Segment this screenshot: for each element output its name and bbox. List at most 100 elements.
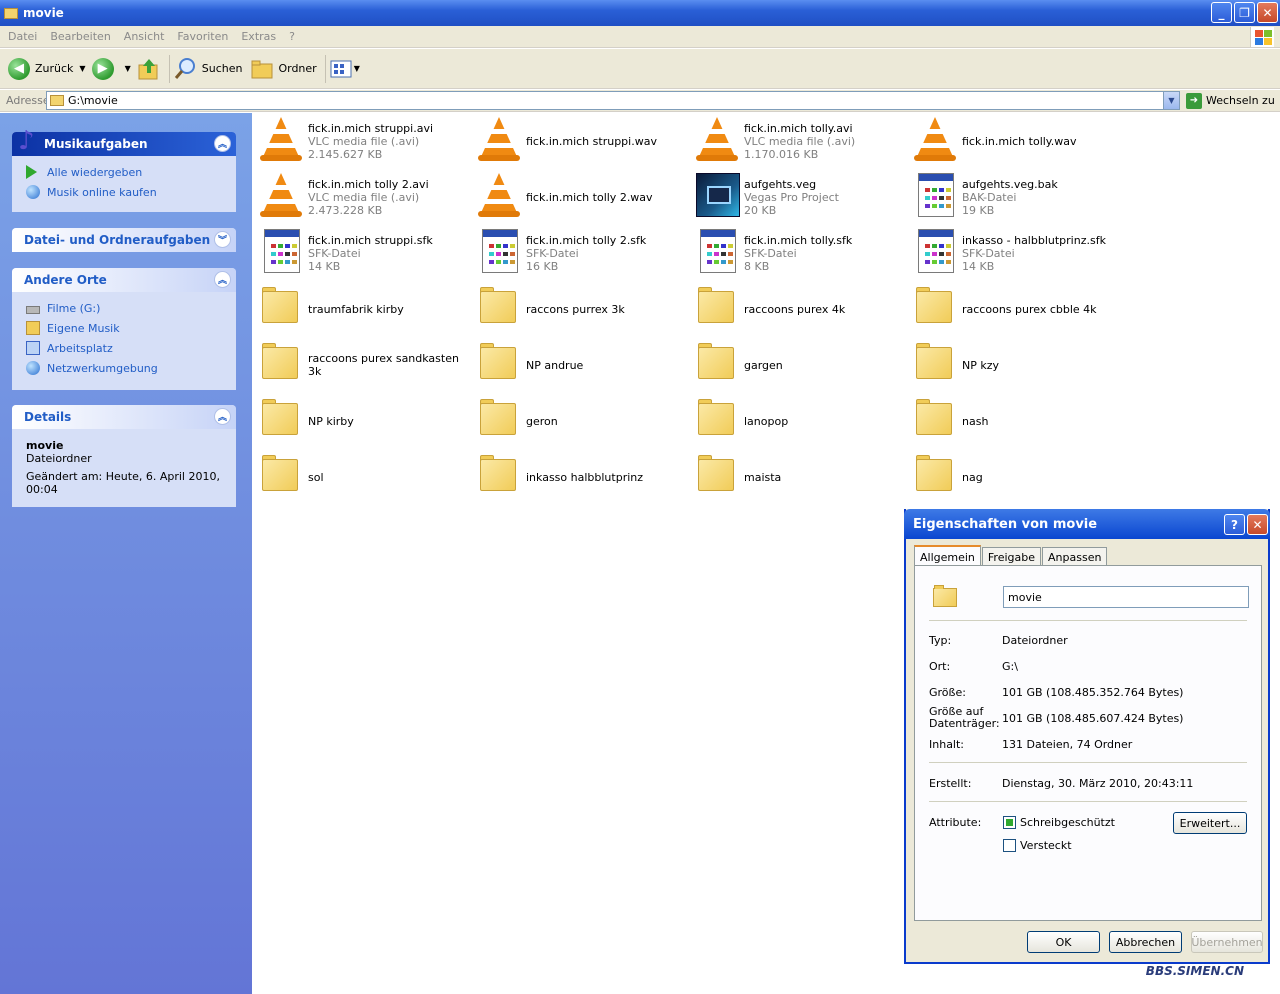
file-item[interactable]: geron: [470, 395, 686, 447]
network-icon: [26, 361, 40, 375]
close-button[interactable]: ✕: [1257, 2, 1278, 23]
file-item[interactable]: NP kzy: [906, 339, 1122, 391]
folder-name-input[interactable]: movie: [1003, 586, 1249, 608]
file-type: SFK-Datei: [744, 246, 797, 260]
place-network[interactable]: Netzwerkumgebung: [26, 358, 226, 378]
file-item[interactable]: fick.in.mich struppi.avi VLC media file (…: [252, 115, 468, 167]
file-item[interactable]: NP kirby: [252, 395, 468, 447]
tab-sharing[interactable]: Freigabe: [981, 547, 1042, 567]
collapse-icon[interactable]: ︽: [214, 135, 231, 152]
file-name: NP kzy: [962, 358, 1000, 372]
expand-icon[interactable]: ︾: [214, 231, 231, 248]
advanced-button[interactable]: Erweitert...: [1173, 812, 1247, 834]
menu-extras[interactable]: Extras: [241, 30, 276, 43]
file-item[interactable]: maista: [688, 451, 904, 503]
file-item[interactable]: gargen: [688, 339, 904, 391]
minimize-button[interactable]: _: [1211, 2, 1232, 23]
collapse-icon[interactable]: ︽: [214, 408, 231, 425]
file-type: Vegas Pro Project: [744, 190, 839, 204]
address-dropdown-icon[interactable]: ▼: [1163, 92, 1179, 109]
menu-edit[interactable]: Bearbeiten: [50, 30, 110, 43]
file-item[interactable]: inkasso halbblutprinz: [470, 451, 686, 503]
menu-view[interactable]: Ansicht: [124, 30, 165, 43]
place-my-computer[interactable]: Arbeitsplatz: [26, 338, 226, 358]
file-item[interactable]: fick.in.mich struppi.sfk SFK-Datei 14 KB: [252, 227, 468, 279]
file-size: 2.473.228 KB: [308, 203, 383, 217]
play-all-link[interactable]: Alle wiedergeben: [26, 162, 226, 182]
other-places-header[interactable]: Andere Orte ︽: [12, 268, 236, 292]
address-label: Adresse: [6, 94, 50, 107]
created-value: Dienstag, 30. März 2010, 20:43:11: [1002, 777, 1194, 790]
file-tasks-header[interactable]: Datei- und Ordneraufgaben ︾: [12, 228, 236, 252]
music-tasks-header[interactable]: ♪ Musikaufgaben ︽: [12, 126, 236, 156]
file-item[interactable]: sol: [252, 451, 468, 503]
file-item[interactable]: aufgehts.veg Vegas Pro Project 20 KB: [688, 171, 904, 223]
file-item[interactable]: traumfabrik kirby: [252, 283, 468, 335]
folder-icon: [476, 283, 520, 331]
folder-icon: [476, 395, 520, 443]
file-item[interactable]: inkasso - halbblutprinz.sfk SFK-Datei 14 K…: [906, 227, 1122, 279]
tab-customize[interactable]: Anpassen: [1042, 547, 1108, 567]
forward-button[interactable]: ▶: [91, 57, 119, 80]
views-button[interactable]: ▼: [330, 59, 366, 79]
file-type: SFK-Datei: [962, 246, 1015, 260]
apply-button[interactable]: Übernehmen: [1191, 931, 1263, 953]
file-type: VLC media file (.avi): [744, 134, 856, 148]
details-title: Details: [24, 410, 72, 424]
file-item[interactable]: lanopop: [688, 395, 904, 447]
file-item[interactable]: NP andrue: [470, 339, 686, 391]
menu-help[interactable]: ?: [289, 30, 295, 43]
folder-icon: [258, 451, 302, 499]
file-item[interactable]: fick.in.mich tolly.avi VLC media file (.a…: [688, 115, 904, 167]
collapse-icon[interactable]: ︽: [214, 271, 231, 288]
file-item[interactable]: fick.in.mich tolly 2.wav: [470, 171, 686, 223]
forward-dropdown-icon[interactable]: ▼: [125, 64, 131, 73]
file-item[interactable]: fick.in.mich struppi.wav: [470, 115, 686, 167]
file-item[interactable]: nag: [906, 451, 1122, 503]
hidden-checkbox[interactable]: Versteckt: [1003, 839, 1072, 852]
back-button[interactable]: ◀ Zurück: [8, 57, 73, 80]
file-item[interactable]: raccons purrex 3k: [470, 283, 686, 335]
back-dropdown-icon[interactable]: ▼: [79, 64, 85, 73]
globe-icon: [26, 185, 40, 199]
menu-file[interactable]: Datei: [8, 30, 37, 43]
watermark: BBS.SIMEN.CN: [1145, 964, 1244, 978]
up-folder-button[interactable]: [137, 57, 161, 81]
file-name: geron: [526, 414, 558, 428]
up-folder-icon: [138, 58, 158, 79]
folder-icon: [933, 584, 959, 608]
file-item[interactable]: raccoons purex cbble 4k: [906, 283, 1122, 335]
file-tasks-title: Datei- und Ordneraufgaben: [24, 233, 211, 247]
dialog-close-button[interactable]: ✕: [1247, 514, 1268, 535]
maximize-button[interactable]: ❐: [1234, 2, 1255, 23]
readonly-checkbox[interactable]: Schreibgeschützt: [1003, 816, 1115, 829]
document-icon: [912, 227, 956, 275]
place-my-music[interactable]: Eigene Musik: [26, 318, 226, 338]
place-drive-g[interactable]: Filme (G:): [26, 298, 226, 318]
folders-button[interactable]: Ordner: [250, 58, 317, 80]
file-name: lanopop: [744, 414, 789, 428]
divider: [929, 620, 1247, 621]
cancel-button[interactable]: Abbrechen: [1109, 931, 1182, 953]
menu-bar: Datei Bearbeiten Ansicht Favoriten Extra…: [0, 26, 1280, 48]
created-label: Erstellt:: [929, 777, 972, 790]
address-input[interactable]: G:\movie ▼: [46, 91, 1180, 110]
file-item[interactable]: fick.in.mich tolly 2.avi VLC media file (…: [252, 171, 468, 223]
size-on-disk-value: 101 GB (108.485.607.424 Bytes): [1002, 711, 1184, 725]
file-item[interactable]: nash: [906, 395, 1122, 447]
ok-button[interactable]: OK: [1027, 931, 1100, 953]
search-icon: [174, 57, 195, 79]
buy-music-online-link[interactable]: Musik online kaufen: [26, 182, 226, 202]
search-label: Suchen: [201, 62, 243, 75]
file-item[interactable]: aufgehts.veg.bak BAK-Datei 19 KB: [906, 171, 1122, 223]
dialog-help-button[interactable]: ?: [1224, 514, 1245, 535]
go-button[interactable]: ➜ Wechseln zu: [1186, 92, 1275, 109]
file-item[interactable]: raccoons purex 4k: [688, 283, 904, 335]
file-item[interactable]: fick.in.mich tolly 2.sfk SFK-Datei 16 KB: [470, 227, 686, 279]
file-item[interactable]: raccoons purex sandkasten 3k: [252, 339, 468, 391]
file-item[interactable]: fick.in.mich tolly.wav: [906, 115, 1122, 167]
menu-favorites[interactable]: Favoriten: [177, 30, 228, 43]
file-item[interactable]: fick.in.mich tolly.sfk SFK-Datei 8 KB: [688, 227, 904, 279]
details-header[interactable]: Details ︽: [12, 405, 236, 429]
search-button[interactable]: Suchen: [174, 57, 243, 81]
